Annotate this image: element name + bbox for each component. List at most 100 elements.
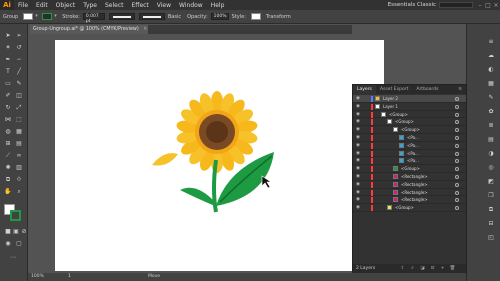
layer-color-bar bbox=[371, 134, 373, 141]
layer-color-bar bbox=[371, 96, 373, 102]
target-circle-icon[interactable] bbox=[455, 112, 459, 117]
layer-name[interactable]: <Pa... bbox=[407, 142, 419, 149]
target-circle-icon[interactable] bbox=[455, 167, 459, 172]
visibility-eye-icon[interactable]: ◉ bbox=[356, 150, 362, 157]
target-circle-icon[interactable] bbox=[455, 104, 459, 109]
layer-row[interactable]: ◉ <Pa... bbox=[353, 142, 466, 150]
target-circle-icon[interactable] bbox=[455, 128, 459, 133]
layer-name[interactable]: <Group> bbox=[395, 118, 414, 125]
delete-layer-icon[interactable]: 🗑 bbox=[449, 264, 456, 273]
layer-row[interactable]: ◉ <Pa... bbox=[353, 134, 466, 142]
layer-thumbnail bbox=[393, 189, 398, 195]
layer-row[interactable]: ◉ <Rectangle> bbox=[353, 189, 466, 197]
new-sublayer-icon[interactable]: ⊡ bbox=[429, 264, 436, 273]
graphic-styles-icon[interactable]: ◩ bbox=[487, 178, 495, 186]
visibility-eye-icon[interactable]: ◉ bbox=[356, 181, 362, 188]
layer-name[interactable]: <Group> bbox=[401, 126, 420, 133]
layer-row[interactable]: ◉ <Group> bbox=[353, 204, 466, 212]
visibility-eye-icon[interactable]: ◉ bbox=[356, 134, 362, 141]
artboard-number[interactable]: 1 bbox=[68, 273, 71, 281]
layer-row[interactable]: ◉ <Group> bbox=[353, 111, 466, 119]
visibility-eye-icon[interactable]: ◉ bbox=[356, 165, 362, 172]
stroke-panel-icon[interactable]: ≣ bbox=[487, 122, 495, 130]
layer-color-bar bbox=[371, 150, 373, 157]
libraries-icon[interactable]: ☁ bbox=[487, 52, 495, 60]
layer-thumbnail bbox=[393, 166, 398, 172]
target-circle-icon[interactable] bbox=[455, 206, 459, 211]
layer-name[interactable]: <Rectangle> bbox=[401, 181, 428, 188]
visibility-eye-icon[interactable]: ◉ bbox=[356, 111, 362, 118]
transparency-icon[interactable]: ◑ bbox=[487, 150, 495, 158]
visibility-eye-icon[interactable]: ◉ bbox=[356, 126, 362, 133]
align-icon[interactable]: ⊟ bbox=[487, 220, 495, 228]
layer-row[interactable]: ◉ <Group> bbox=[353, 126, 466, 134]
visibility-eye-icon[interactable]: ◉ bbox=[356, 118, 362, 125]
visibility-eye-icon[interactable]: ◉ bbox=[356, 103, 362, 110]
layer-thumbnail bbox=[387, 205, 392, 211]
visibility-eye-icon[interactable]: ◉ bbox=[356, 196, 362, 203]
layer-row[interactable]: ◉ Layer 2 bbox=[353, 95, 466, 103]
layer-name[interactable]: <Rectangle> bbox=[401, 196, 428, 203]
layer-color-bar bbox=[371, 158, 373, 165]
layer-row[interactable]: ◉ <Pa... bbox=[353, 157, 466, 166]
layer-row[interactable]: ◉ <Group> bbox=[353, 165, 466, 173]
layer-thumbnail bbox=[375, 96, 380, 101]
target-circle-icon[interactable] bbox=[455, 182, 459, 187]
layer-thumbnail bbox=[375, 103, 380, 109]
layer-name[interactable]: <Pa... bbox=[407, 134, 419, 141]
target-circle-icon[interactable] bbox=[455, 159, 459, 164]
layer-row[interactable]: ◉ <Group> bbox=[353, 118, 466, 127]
visibility-eye-icon[interactable]: ◉ bbox=[356, 173, 362, 180]
layer-row[interactable]: ◉ <Pa... bbox=[353, 150, 466, 158]
gradient-panel-icon[interactable]: ▤ bbox=[487, 136, 495, 144]
clipping-mask-icon[interactable]: ◪ bbox=[419, 264, 426, 273]
layer-row[interactable]: ◉ Layer 1 bbox=[353, 103, 466, 111]
visibility-eye-icon[interactable]: ◉ bbox=[356, 95, 362, 102]
layer-name[interactable]: Layer 1 bbox=[383, 103, 398, 110]
layer-color-bar bbox=[371, 142, 373, 149]
appearance-icon[interactable]: ◎ bbox=[487, 164, 495, 172]
locate-object-icon[interactable]: ⌕ bbox=[409, 264, 416, 273]
tab-layers[interactable]: Layers bbox=[353, 85, 376, 94]
layer-row[interactable]: ◉ <Rectangle> bbox=[353, 196, 466, 205]
target-circle-icon[interactable] bbox=[455, 198, 459, 203]
target-circle-icon[interactable] bbox=[455, 143, 459, 148]
visibility-eye-icon[interactable]: ◉ bbox=[356, 204, 362, 211]
tab-asset-export[interactable]: Asset Export bbox=[376, 85, 412, 94]
layer-name[interactable]: <Group> bbox=[395, 204, 414, 211]
layer-name[interactable]: <Rectangle> bbox=[401, 189, 428, 196]
symbols-icon[interactable]: ✿ bbox=[487, 108, 495, 116]
color-panel-icon[interactable]: ◐ bbox=[487, 66, 495, 74]
target-circle-icon[interactable] bbox=[455, 174, 459, 179]
layers-panel-tabs: Layers Asset Export Artboards ≡ bbox=[353, 85, 466, 94]
layer-row[interactable]: ◉ <Rectangle> bbox=[353, 181, 466, 189]
tab-artboards[interactable]: Artboards bbox=[412, 85, 442, 94]
target-circle-icon[interactable] bbox=[455, 190, 459, 195]
panel-menu-icon[interactable]: ≡ bbox=[454, 85, 466, 94]
brushes-icon[interactable]: ✎ bbox=[487, 94, 495, 102]
pathfinder-icon[interactable]: ◰ bbox=[487, 234, 495, 242]
new-layer-icon[interactable]: + bbox=[439, 264, 446, 273]
layer-name[interactable]: Layer 2 bbox=[383, 95, 398, 102]
export-icon[interactable]: ⇪ bbox=[399, 264, 406, 273]
properties-icon[interactable]: ≡ bbox=[487, 38, 495, 46]
visibility-eye-icon[interactable]: ◉ bbox=[356, 142, 362, 149]
layers-panel-icon[interactable]: ❐ bbox=[487, 192, 495, 200]
target-circle-icon[interactable] bbox=[455, 135, 459, 140]
layer-row[interactable]: ◉ <Rectangle> bbox=[353, 173, 466, 181]
artboards-panel-icon[interactable]: ⧉ bbox=[487, 206, 495, 214]
zoom-level[interactable]: 100% bbox=[31, 273, 44, 281]
target-circle-icon[interactable] bbox=[455, 97, 459, 101]
swatches-icon[interactable]: ▦ bbox=[487, 80, 495, 88]
layer-name[interactable]: <Pa... bbox=[407, 157, 419, 164]
layer-name[interactable]: <Rectangle> bbox=[401, 173, 428, 180]
layer-name[interactable]: <Group> bbox=[401, 165, 420, 172]
layer-name[interactable]: <Pa... bbox=[407, 150, 419, 157]
visibility-eye-icon[interactable]: ◉ bbox=[356, 189, 362, 196]
layer-thumbnail bbox=[399, 150, 404, 156]
target-circle-icon[interactable] bbox=[455, 151, 459, 156]
layer-name[interactable]: <Group> bbox=[389, 111, 408, 118]
target-circle-icon[interactable] bbox=[455, 120, 459, 125]
layer-thumbnail bbox=[393, 127, 398, 133]
visibility-eye-icon[interactable]: ◉ bbox=[356, 157, 362, 164]
